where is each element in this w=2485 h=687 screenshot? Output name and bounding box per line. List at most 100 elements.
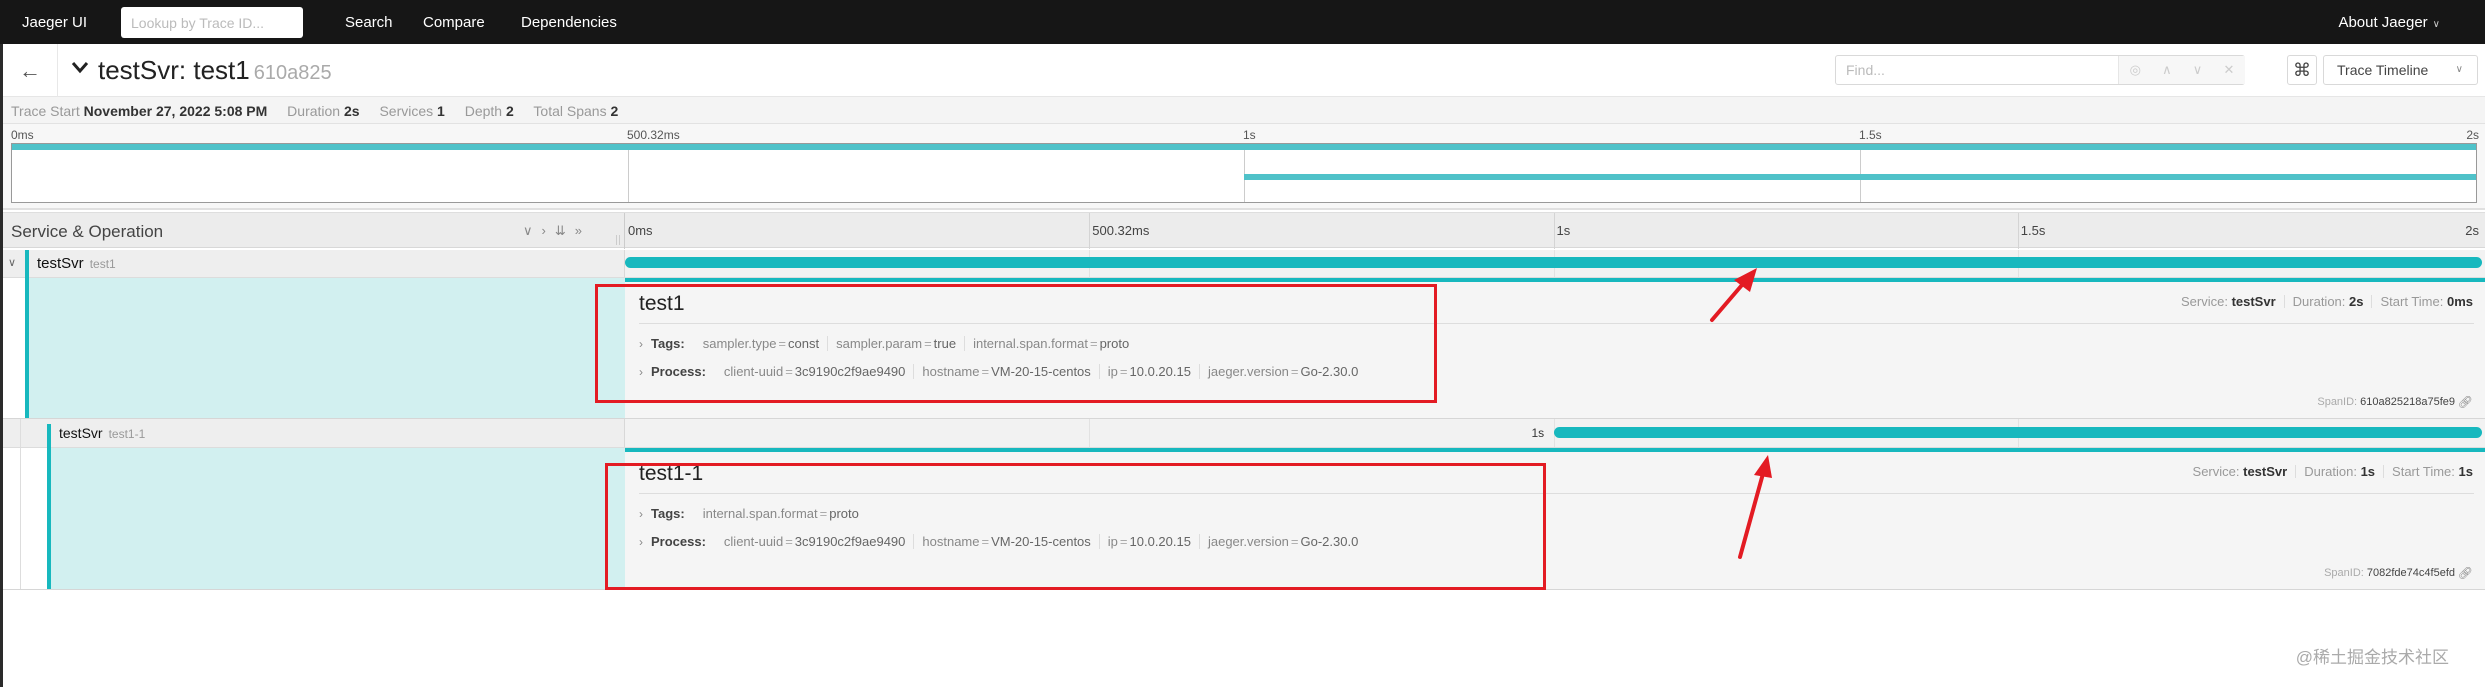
expand-all-icon[interactable]: » (575, 223, 591, 238)
collapse-one-icon[interactable]: ∨ (523, 223, 542, 238)
trace-title-bar: ← testSvr: test1610a825 ◎ ∧ ∨ ✕ ⌘ Trace … (3, 44, 2485, 97)
chevron-down-icon[interactable]: ∨ (8, 256, 16, 269)
duration-label: Duration (287, 103, 341, 119)
span-duration-bar[interactable] (1553, 427, 2482, 438)
tree-guide-line (20, 419, 21, 447)
chevron-down-icon[interactable]: ∨ (2193, 62, 2203, 78)
locate-icon[interactable]: ◎ (2130, 62, 2141, 78)
watermark: @稀土掘金技术社区 (2295, 648, 2449, 667)
span-label: testSvr test1 (37, 255, 116, 273)
find-controls: ◎ ∧ ∨ ✕ (2118, 56, 2245, 84)
service-color-bar (47, 424, 51, 448)
span-duration-bar[interactable] (625, 257, 2482, 268)
chevron-down-icon[interactable] (69, 56, 91, 78)
span-details-gutter (3, 278, 625, 418)
duration-value: 2s (343, 103, 360, 119)
annotation-box-span-1 (595, 284, 1437, 403)
trace-start-item: Trace Start November 27, 2022 5:08 PM (11, 103, 267, 119)
timeline-tick-line (1089, 213, 1091, 249)
tree-indent (21, 448, 47, 589)
total-spans-item: Total Spans 2 (533, 103, 618, 119)
span-name-cell[interactable]: ∨ testSvr test1 (3, 250, 625, 278)
find-box: ◎ ∧ ∨ ✕ (1835, 55, 2245, 85)
depth-label: Depth (464, 103, 503, 119)
view-mode-select[interactable]: Trace Timeline ∨ (2323, 55, 2478, 85)
service-value: testSvr (2243, 464, 2288, 479)
find-input[interactable] (1836, 56, 2118, 84)
chevron-down-icon: ∨ (2455, 64, 2463, 75)
timeline-tick-label: 500.32ms (1092, 223, 1150, 238)
service-operation-header: Service & Operation (11, 222, 164, 241)
span-operation: test1-1 (108, 427, 146, 441)
tree-indent (3, 278, 25, 418)
span-name-cell[interactable]: testSvr test1-1 (3, 419, 625, 448)
keyboard-shortcuts-button[interactable]: ⌘ (2287, 55, 2317, 85)
view-mode-label: Trace Timeline (2337, 62, 2429, 78)
command-icon: ⌘ (2293, 59, 2311, 80)
timeline-tick-label: 1.5s (2020, 223, 2046, 238)
span-id-label: SpanID: (2317, 396, 2358, 408)
expand-one-icon[interactable]: › (542, 223, 555, 238)
nav-compare[interactable]: Compare (423, 14, 485, 31)
total-spans-value: 2 (610, 103, 619, 119)
column-resize-handle[interactable] (616, 235, 620, 245)
services-label: Services (379, 103, 434, 119)
minimap-canvas[interactable] (11, 143, 2477, 203)
column-divider (624, 213, 625, 249)
minimap-span-bar (12, 144, 2476, 150)
duration-value: 2s (2349, 294, 2364, 309)
span-id-value: 7082fde74c4f5efd (2366, 567, 2455, 579)
link-icon[interactable]: 🔗︎ (2458, 395, 2473, 409)
span-row[interactable]: testSvr test1-1 1s (3, 419, 2485, 448)
chevron-down-icon: ∨ (2432, 19, 2440, 30)
minimap-tick-label: 1.5s (1859, 128, 1882, 142)
duration-label: Duration: (2304, 464, 2357, 479)
minimap-gridline (1244, 144, 1245, 202)
nav-search[interactable]: Search (345, 14, 393, 31)
span-table-header: Service & Operation ∨›⇊» 0ms 500.32ms 1s 1.… (3, 212, 2485, 249)
services-item: Services 1 (379, 103, 444, 119)
timeline-tick-label: 2s (2465, 223, 2479, 238)
minimap-gridline (628, 144, 629, 202)
chevron-up-icon[interactable]: ∧ (2162, 62, 2172, 78)
nav-dependencies[interactable]: Dependencies (521, 14, 617, 31)
service-color-bar (25, 278, 29, 418)
span-id-value: 610a825218a75fe9 (2360, 396, 2455, 408)
span-service: testSvr (59, 425, 103, 441)
service-label: Service: (2192, 464, 2240, 479)
start-time-value: 1s (2458, 464, 2473, 479)
minimap-gridline (1860, 144, 1861, 202)
tree-controls: ∨›⇊» (523, 223, 591, 239)
span-label: testSvr test1-1 (59, 425, 145, 443)
depth-item: Depth 2 (465, 103, 514, 119)
close-icon[interactable]: ✕ (2223, 62, 2234, 78)
span-id: SpanID: 610a825218a75fe9 (2317, 396, 2455, 408)
trace-minimap[interactable]: 0ms 500.32ms 1s 1.5s 2s (3, 124, 2485, 210)
span-service: testSvr (37, 255, 84, 272)
service-color-bar (47, 448, 51, 589)
span-row[interactable]: ∨ testSvr test1 (3, 250, 2485, 278)
timeline-tick-label: 1s (1556, 223, 1571, 238)
collapse-all-icon[interactable]: ⇊ (555, 223, 575, 238)
brand-link[interactable]: Jaeger UI (22, 14, 87, 31)
trace-name: testSvr: test1 (98, 55, 250, 85)
timeline-tick-line (1553, 213, 1555, 249)
start-time-label: Start Time: (2392, 464, 2455, 479)
timeline-tick-line (2017, 213, 2019, 249)
total-spans-label: Total Spans (533, 103, 607, 119)
trace-id-lookup-input[interactable] (121, 7, 303, 38)
arrow-left-icon: ← (19, 57, 41, 83)
about-jaeger-menu[interactable]: About Jaeger ∨ (2338, 14, 2440, 31)
minimap-tick-label: 1s (1243, 128, 1256, 142)
duration-item: Duration 2s (287, 103, 359, 119)
trace-id: 610a825 (253, 62, 332, 84)
span-detail-meta: Service: testSvr Duration: 1s Start Time: … (2193, 464, 2473, 479)
services-value: 1 (437, 103, 445, 119)
link-icon[interactable]: 🔗︎ (2458, 566, 2473, 580)
top-nav: Jaeger UI Search Compare Dependencies Ab… (0, 0, 2485, 44)
span-id-label: SpanID: (2324, 567, 2364, 579)
service-color-bar (25, 250, 29, 278)
back-button[interactable]: ← (3, 44, 58, 97)
span-details-accent (625, 278, 2485, 282)
service-label: Service: (2180, 294, 2228, 309)
